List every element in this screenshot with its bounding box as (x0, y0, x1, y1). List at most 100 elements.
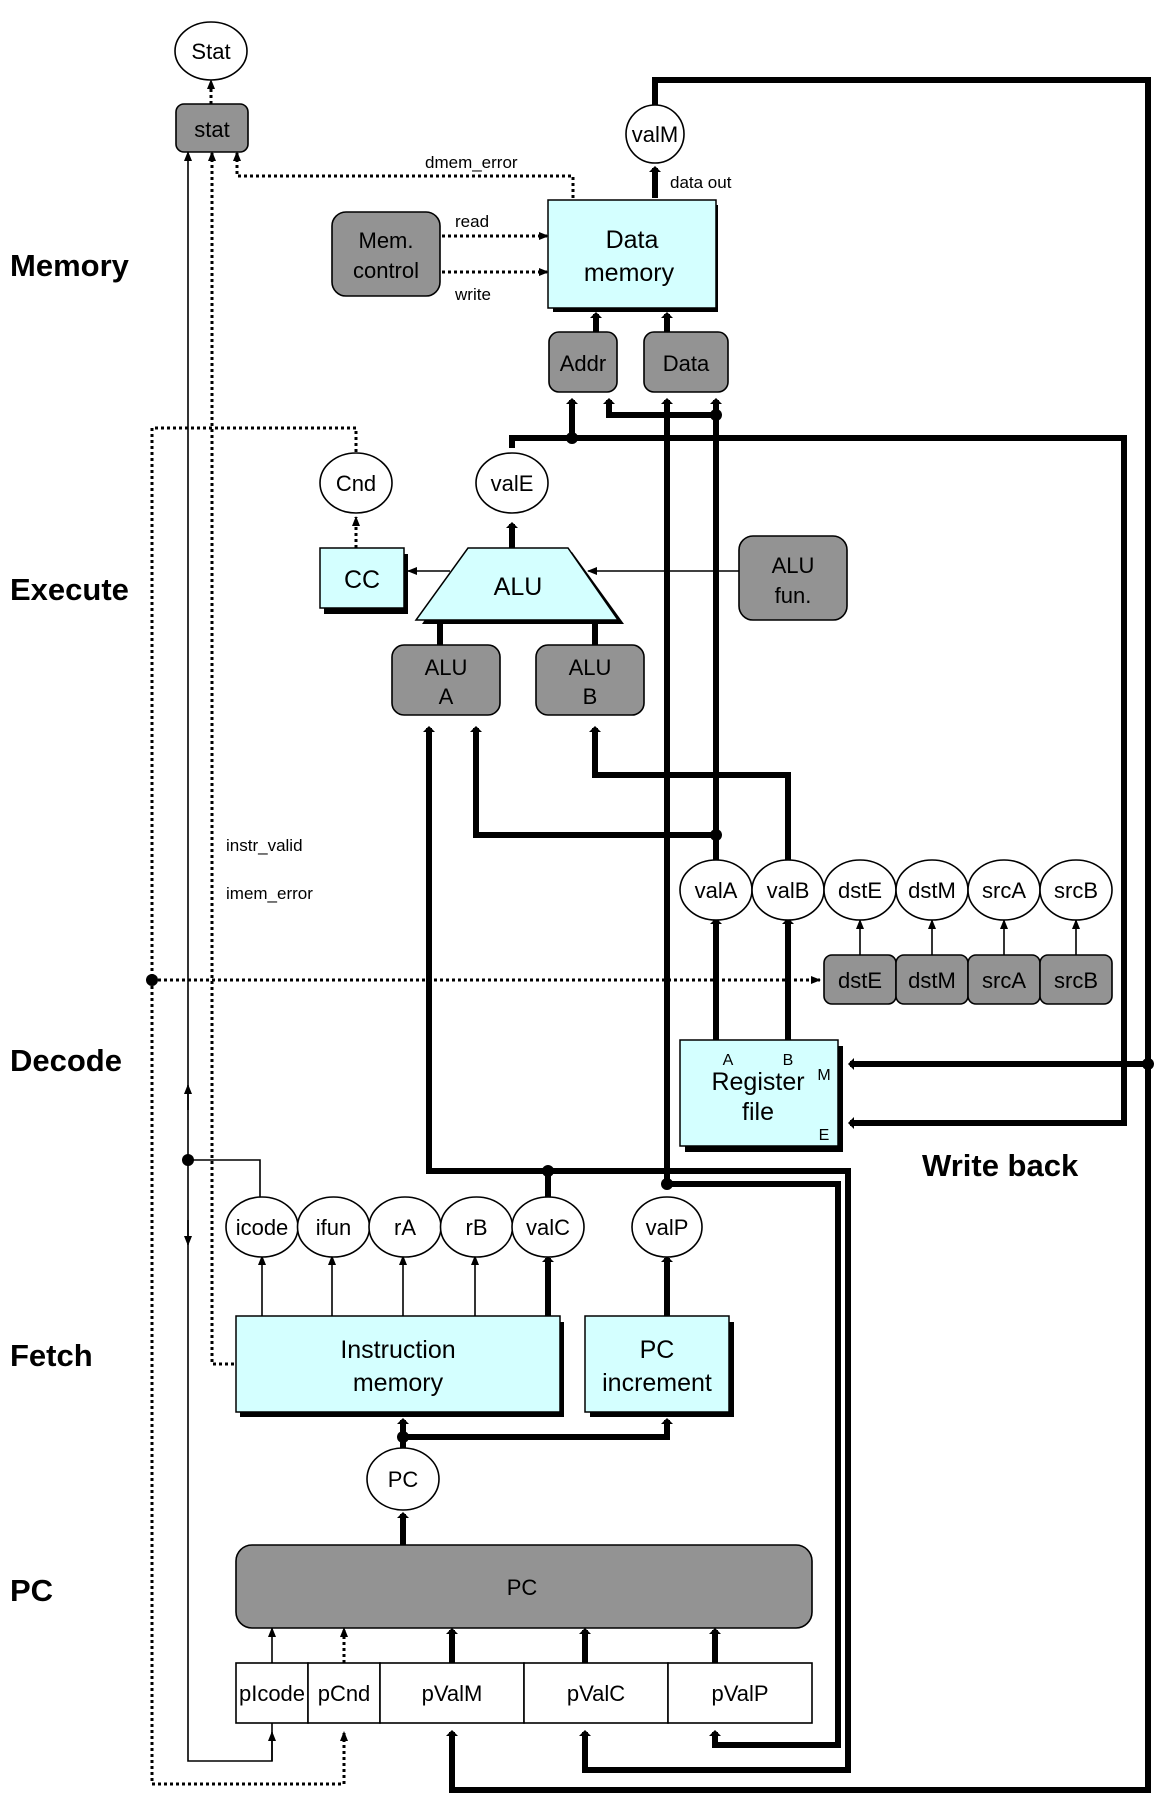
decode-oval-srcA: srcA (967, 859, 1041, 921)
wire-imem-error (208, 151, 234, 1366)
alu-fun-line1: ALU (772, 553, 815, 578)
data-out-label: data out (670, 173, 732, 192)
instr-valid-label: instr_valid (226, 836, 303, 855)
pc-fields: pIcode pCnd pValM pValC pValP (235, 1662, 813, 1724)
junction-dot (1142, 1058, 1154, 1070)
wire-valB-aluB (589, 726, 791, 888)
decode-oval-srcB: srcB (1039, 859, 1113, 921)
fetch-oval-label: rA (394, 1215, 416, 1240)
decode-ovals: valA valB dstE dstM srcA srcB (679, 859, 1113, 921)
valP-oval: valP (631, 1196, 703, 1258)
mem-control-line2: control (353, 258, 419, 283)
data-memory-line2: memory (584, 259, 675, 287)
pcinc-line1: PC (640, 1336, 675, 1364)
alu-b-block: ALU B (535, 644, 645, 716)
data-block: Data (643, 331, 729, 393)
port-a-label: A (723, 1052, 734, 1069)
wire-pc-pcinc (403, 1418, 673, 1440)
decode-control-dstE: dstE (823, 954, 897, 1005)
stage-label-fetch: Fetch (10, 1338, 93, 1373)
seq-diagram: Memory Execute Decode Fetch PC Write bac… (10, 21, 1154, 1793)
data-memory-line1: Data (606, 226, 659, 254)
write-label: write (454, 285, 491, 304)
pc-oval-label: PC (388, 1467, 419, 1492)
pc-field-pValC: pValC (523, 1662, 669, 1724)
imem-line1: Instruction (340, 1336, 455, 1364)
decode-oval-label: valA (695, 878, 738, 903)
cc-block: CC (319, 547, 408, 614)
junction-dot (661, 1178, 673, 1190)
stat-oval-label: Stat (191, 39, 230, 64)
decode-oval-dstM: dstM (895, 859, 969, 921)
fetch-oval-label: ifun (316, 1215, 351, 1240)
addr-block: Addr (548, 331, 618, 393)
wire-valC-aluA (423, 726, 551, 1214)
fetch-oval-rB: rB (439, 1196, 514, 1258)
pc-increment: PC increment (584, 1315, 734, 1417)
pc-field-pIcode: pIcode (235, 1662, 309, 1724)
stat-oval: Stat (174, 21, 248, 81)
stage-label-writeback: Write back (922, 1148, 1079, 1183)
pc-field-label: pCnd (318, 1681, 371, 1706)
valM-label: valM (632, 122, 678, 147)
mem-control-line1: Mem. (359, 228, 414, 253)
decode-controls: dstE dstM srcA srcB (823, 954, 1113, 1005)
wire-dmem-error (233, 151, 575, 198)
decode-oval-label: valB (767, 878, 810, 903)
pc-field-pValP: pValP (667, 1662, 813, 1724)
decode-control-srcA: srcA (967, 954, 1041, 1005)
fetch-oval-icode: icode (225, 1196, 299, 1258)
cc-label: CC (344, 566, 380, 594)
read-label: read (455, 212, 489, 231)
register-file: A B M E Register file (679, 1039, 843, 1152)
decode-control-label: dstE (838, 968, 882, 993)
alu: ALU (414, 547, 624, 624)
alu-label: ALU (494, 573, 543, 601)
valE-label: valE (491, 471, 534, 496)
port-m-label: M (817, 1067, 830, 1084)
junction-dot (566, 432, 578, 444)
decode-control-dstM: dstM (895, 954, 969, 1005)
wire-valP-pValP (667, 1181, 841, 1748)
port-e-label: E (819, 1127, 830, 1144)
valP-label: valP (646, 1215, 689, 1240)
valE-oval: valE (475, 452, 549, 514)
cnd-oval: Cnd (319, 452, 393, 514)
decode-oval-dstE: dstE (823, 859, 897, 921)
alu-fun-block: ALU fun. (738, 535, 848, 621)
stage-label-memory: Memory (10, 248, 130, 283)
junction-dot (710, 409, 722, 421)
junction-dot (182, 1154, 194, 1166)
stat-block: stat (175, 103, 249, 153)
fetch-oval-label: valC (526, 1215, 570, 1240)
pc-field-label: pIcode (239, 1681, 305, 1706)
wire-valA-addr (603, 398, 716, 418)
junction-dot (710, 829, 722, 841)
fetch-ovals: icode ifun rA rB valC (225, 1196, 585, 1258)
decode-oval-label: srcA (982, 878, 1026, 903)
alu-fun-line2: fun. (775, 583, 812, 608)
fetch-oval-rA: rA (368, 1196, 442, 1258)
pc-oval: PC (366, 1447, 440, 1511)
decode-control-srcB: srcB (1039, 954, 1113, 1005)
pc-field-pCnd: pCnd (307, 1662, 381, 1724)
addr-label: Addr (560, 351, 606, 376)
decode-oval-valA: valA (679, 859, 753, 921)
data-label: Data (663, 351, 710, 376)
decode-control-label: dstM (908, 968, 956, 993)
dmem-error-label: dmem_error (425, 153, 518, 172)
stage-label-pc: PC (10, 1573, 53, 1608)
valM-oval: valM (625, 104, 685, 164)
pc-field-pValM: pValM (379, 1662, 525, 1724)
data-memory: Data memory (547, 199, 718, 312)
stage-label-decode: Decode (10, 1043, 122, 1078)
alu-a-block: ALU A (391, 644, 501, 716)
pc-block: PC (235, 1544, 813, 1629)
decode-oval-valB: valB (751, 859, 825, 921)
regfile-line2: file (742, 1098, 774, 1126)
instruction-memory: Instruction memory (235, 1315, 564, 1417)
imem-line2: memory (353, 1369, 444, 1397)
decode-oval-label: srcB (1054, 878, 1098, 903)
decode-oval-label: dstM (908, 878, 956, 903)
cnd-label: Cnd (336, 471, 376, 496)
